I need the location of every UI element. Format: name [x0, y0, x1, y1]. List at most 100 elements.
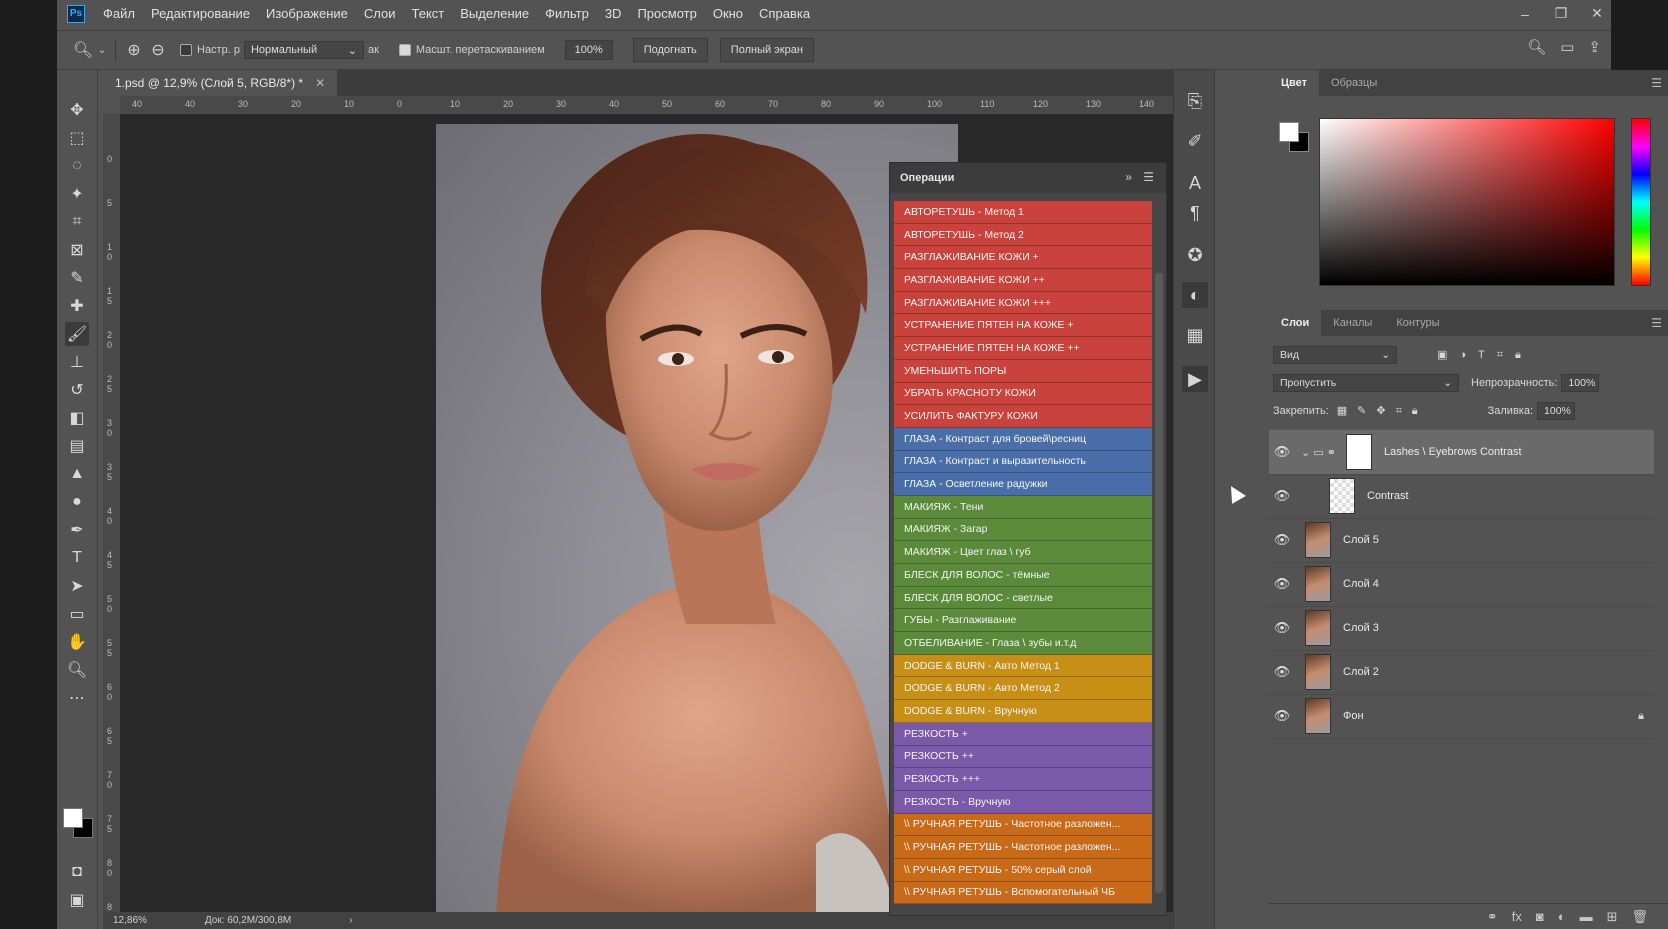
fill-screen-button[interactable]: Полный экран	[719, 38, 814, 62]
action-item[interactable]: РЕЗКОСТЬ ++	[894, 745, 1152, 769]
gradient-tool-icon[interactable]: ▤	[65, 434, 89, 458]
paragraph-panel-icon[interactable]: ¶	[1182, 200, 1208, 226]
foreground-color-swatch[interactable]	[63, 808, 83, 828]
hand-tool-icon[interactable]: ✋	[65, 630, 89, 654]
menu-view[interactable]: Просмотр	[629, 6, 704, 21]
zoom-tool-icon[interactable]: 🔍︎	[71, 38, 95, 62]
layer-filter-select[interactable]: Вид ⌄	[1273, 346, 1397, 364]
menu-window[interactable]: Окно	[705, 6, 751, 21]
link-layers-icon[interactable]: ⚭	[1487, 909, 1498, 925]
status-doc-size[interactable]: Док: 60,2M/300,8M	[205, 915, 291, 926]
resize-windows-checkbox[interactable]	[180, 44, 192, 56]
action-item[interactable]: МАКИЯЖ - Тени	[894, 495, 1152, 519]
layer-name[interactable]: Слой 3	[1343, 622, 1379, 634]
layer-name[interactable]: Слой 4	[1343, 578, 1379, 590]
chevron-down-icon[interactable]: ⌄	[95, 38, 109, 62]
menu-edit[interactable]: Редактирование	[143, 6, 258, 21]
zoom-tool-icon[interactable]: 🔍︎	[65, 658, 89, 682]
action-item[interactable]: DODGE & BURN - Вручную	[894, 700, 1152, 723]
horizontal-ruler[interactable]: 40 40 30 20 10 0 10 20 30 40 50 60 70 80 90 100 110 120 13…	[120, 96, 1213, 115]
history-brush-tool-icon[interactable]: ↺	[65, 378, 89, 402]
actions-panel-title[interactable]: Операции	[890, 172, 964, 184]
status-zoom[interactable]: 12,86%	[113, 915, 147, 926]
layer-name[interactable]: Lashes \ Eyebrows Contrast	[1384, 446, 1522, 458]
color-panel-swatches[interactable]	[1279, 122, 1313, 156]
close-tab-icon[interactable]: ✕	[315, 76, 325, 90]
action-item[interactable]: РЕЗКОСТЬ +	[894, 722, 1152, 746]
libraries-icon[interactable]: ✪	[1182, 242, 1208, 268]
magic-wand-tool-icon[interactable]: ✦	[65, 182, 89, 206]
action-item[interactable]: ГУБЫ - Разглаживание	[894, 609, 1152, 633]
action-item[interactable]: УСТРАНЕНИЕ ПЯТЕН НА КОЖЕ +	[894, 314, 1152, 338]
lock-icons[interactable]: ▦✎✥⌗🔒︎	[1337, 404, 1428, 418]
zoom-out-icon[interactable]: ⊖	[146, 38, 170, 62]
foreground-color-swatch[interactable]	[1279, 122, 1299, 142]
fit-screen-button[interactable]: Подогнать	[632, 38, 708, 62]
crop-tool-icon[interactable]: ⌗	[65, 210, 89, 234]
fill-input[interactable]: 100%	[1537, 402, 1576, 420]
zoom-level-input[interactable]: 100%	[564, 40, 613, 60]
character-panel-icon[interactable]: A	[1182, 170, 1208, 196]
document-tab[interactable]: 1.psd @ 12,9% (Слой 5, RGB/8*) * ✕	[103, 70, 338, 96]
action-item[interactable]: УБРАТЬ КРАСНОТУ КОЖИ	[894, 382, 1152, 406]
layer-row[interactable]: 👁︎ Слой 3	[1269, 606, 1654, 651]
adjustments-icon[interactable]: ◐	[1182, 282, 1208, 308]
menu-help[interactable]: Справка	[751, 6, 818, 21]
color-picker-field[interactable]	[1319, 118, 1615, 286]
action-item[interactable]: УСИЛИТЬ ФАКТУРУ КОЖИ	[894, 405, 1152, 428]
action-item[interactable]: ГЛАЗА - Контраст для бровей\ресниц	[894, 427, 1152, 451]
action-item[interactable]: DODGE & BURN - Авто Метод 1	[894, 654, 1152, 678]
action-item[interactable]: DODGE & BURN - Авто Метод 2	[894, 677, 1152, 701]
tab-swatches[interactable]: Образцы	[1319, 70, 1389, 96]
action-item[interactable]: МАКИЯЖ - Загар	[894, 518, 1152, 542]
add-mask-icon[interactable]: ◙	[1536, 909, 1544, 924]
opacity-input[interactable]: 100%	[1561, 374, 1600, 392]
search-icon[interactable]: 🔍︎	[1527, 38, 1546, 56]
hue-slider[interactable]	[1631, 118, 1651, 286]
workspace-icon[interactable]: ▭	[1560, 38, 1574, 56]
menu-image[interactable]: Изображение	[258, 6, 356, 21]
vertical-ruler[interactable]: 0 5 1 0 1 5 2 0 2 5 3 0 3 5 4 0 4 5 5 0 5 5 6 0 6 5 7 …	[103, 114, 121, 914]
adjustment-layer-icon[interactable]: ◐	[1558, 909, 1566, 924]
layer-name[interactable]: Слой 5	[1343, 534, 1379, 546]
layer-filter-icons[interactable]: ▣◑T⌗🔒︎	[1437, 348, 1533, 362]
action-item[interactable]: БЛЕСК ДЛЯ ВОЛОС - тёмные	[894, 564, 1152, 587]
zoom-in-icon[interactable]: ⊕	[122, 38, 146, 62]
visibility-eye-icon[interactable]: 👁︎	[1269, 664, 1295, 680]
layer-row[interactable]: 👁︎ ⌄ ▭ ⚭ Lashes \ Eyebrows Contrast	[1269, 430, 1654, 475]
dodge-tool-icon[interactable]: ●	[65, 490, 89, 514]
close-icon[interactable]: ✕	[1589, 5, 1605, 22]
layer-row[interactable]: 👁︎ Слой 5	[1269, 518, 1654, 563]
scrubby-zoom-checkbox[interactable]	[398, 44, 411, 56]
menu-select[interactable]: Выделение	[452, 6, 537, 21]
eyedropper-tool-icon[interactable]: ✎	[65, 266, 89, 290]
visibility-eye-icon[interactable]: 👁︎	[1269, 444, 1295, 460]
tab-channels[interactable]: Каналы	[1321, 310, 1384, 336]
layer-row[interactable]: 👁︎ Слой 4	[1269, 562, 1654, 607]
action-item[interactable]: РАЗГЛАЖИВАНИЕ КОЖИ +++	[894, 291, 1152, 315]
pen-tool-icon[interactable]: ✒	[65, 518, 89, 542]
lasso-tool-icon[interactable]: ◌	[65, 154, 89, 178]
action-item[interactable]: АВТОРЕТУШЬ - Метод 2	[894, 223, 1152, 247]
move-tool-icon[interactable]: ✥	[65, 98, 89, 122]
new-group-icon[interactable]: ▬	[1580, 909, 1593, 924]
layer-name[interactable]: Contrast	[1367, 490, 1409, 502]
layer-row[interactable]: 👁︎ Фон 🔒︎	[1269, 694, 1654, 739]
panel-menu-icon[interactable]: » ☰	[1125, 170, 1158, 184]
quick-mask-icon[interactable]: ◘	[65, 860, 89, 884]
action-item[interactable]: УМЕНЬШИТЬ ПОРЫ	[894, 359, 1152, 383]
menu-file[interactable]: Файл	[95, 6, 143, 21]
document-image[interactable]	[436, 124, 958, 914]
blur-tool-icon[interactable]: ▲	[65, 462, 89, 486]
action-item[interactable]: МАКИЯЖ - Цвет глаз \ губ	[894, 541, 1152, 564]
menu-type[interactable]: Текст	[404, 6, 453, 21]
type-tool-icon[interactable]: T	[65, 546, 89, 570]
menu-layers[interactable]: Слои	[356, 6, 404, 21]
layer-name[interactable]: Фон	[1343, 710, 1364, 722]
visibility-eye-icon[interactable]: 👁︎	[1269, 488, 1295, 504]
stamp-tool-icon[interactable]: ⊥	[65, 350, 89, 374]
fx-icon[interactable]: fx	[1512, 909, 1522, 924]
menu-3d[interactable]: 3D	[597, 6, 630, 21]
panel-menu-icon[interactable]: ☰	[1651, 76, 1662, 90]
action-item[interactable]: \\ РУЧНАЯ РЕТУШЬ - Вспомогательный ЧБ	[894, 881, 1152, 905]
